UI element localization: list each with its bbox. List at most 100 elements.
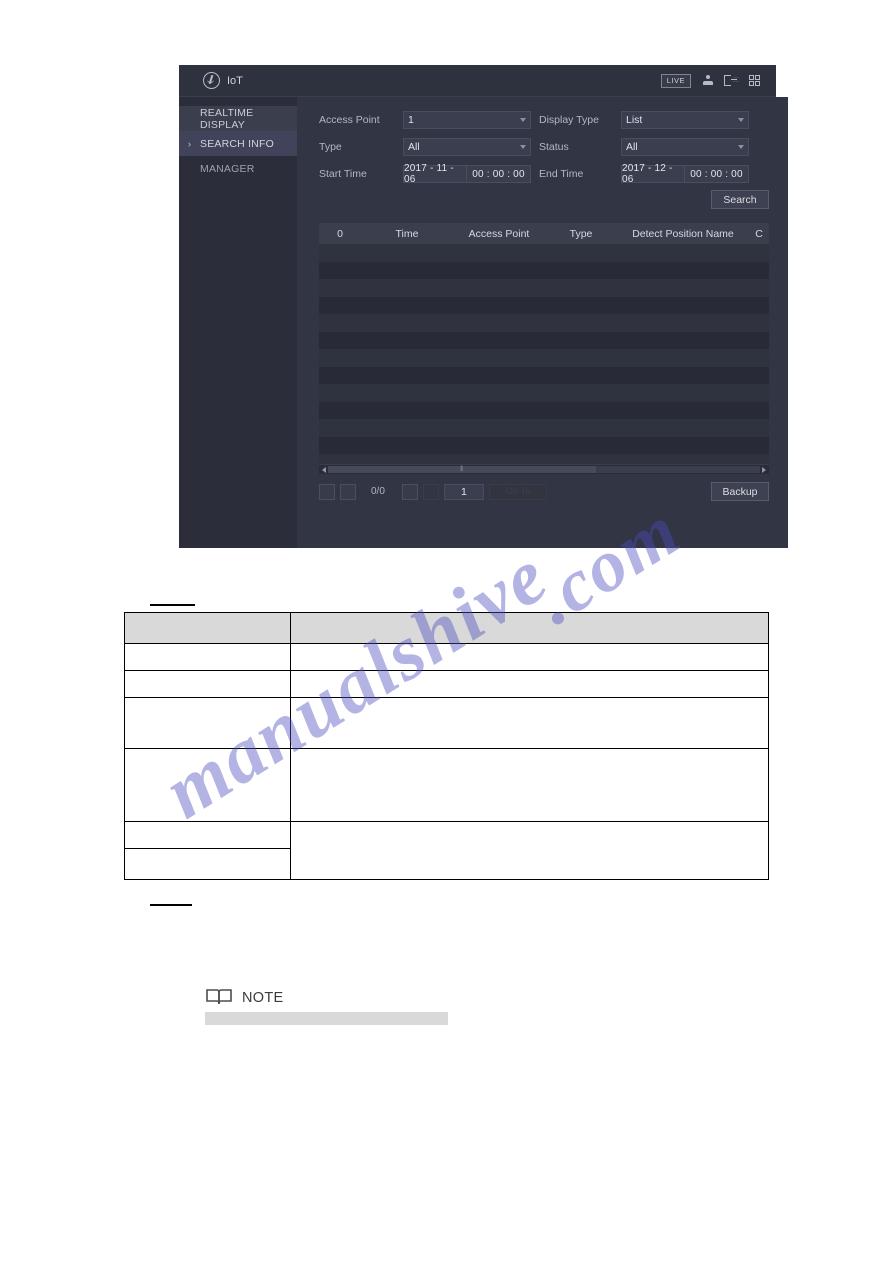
access-point-select[interactable]: 1 <box>403 111 531 129</box>
form-row-access-point: Access Point 1 Display Type List <box>319 109 769 131</box>
table-row[interactable] <box>319 384 769 402</box>
column-header-access-point[interactable]: Access Point <box>453 228 545 240</box>
access-point-value: 1 <box>408 114 414 126</box>
table-row[interactable] <box>319 366 769 384</box>
horizontal-scrollbar[interactable]: ‖ <box>319 464 769 474</box>
caption-rule-bottom <box>150 904 192 906</box>
grid-cell <box>749 75 754 80</box>
search-button[interactable]: Search <box>711 190 769 209</box>
table-row <box>124 643 769 671</box>
scroll-left-icon[interactable] <box>322 467 326 473</box>
table-row[interactable] <box>319 314 769 332</box>
search-form: Access Point 1 Display Type List Type Al… <box>297 97 788 185</box>
cell-description <box>290 697 769 749</box>
chevron-down-icon <box>520 145 526 149</box>
table-row[interactable] <box>319 331 769 349</box>
end-date-input[interactable]: 2017 - 12 - 06 <box>621 163 684 185</box>
note-label: NOTE <box>242 989 284 1006</box>
end-time-field[interactable]: 2017 - 12 - 06 00 : 00 : 00 <box>621 163 749 185</box>
column-header-c[interactable]: C <box>749 228 769 240</box>
cell-description <box>290 821 769 880</box>
prev-page-button[interactable] <box>340 483 356 500</box>
sidebar-item-realtime-display[interactable]: REALTIME DISPLAY <box>179 106 297 131</box>
last-page-button[interactable] <box>422 483 439 500</box>
start-time-label: Start Time <box>319 168 367 180</box>
scrollbar-track[interactable]: ‖ <box>328 466 760 473</box>
table-row <box>124 821 769 880</box>
table-body <box>319 244 769 472</box>
status-label: Status <box>539 141 569 153</box>
table-row <box>124 697 769 749</box>
cell-description <box>290 643 769 671</box>
sidebar-item-search-info[interactable]: › SEARCH INFO <box>179 131 297 156</box>
sidebar-item-label: SEARCH INFO <box>200 137 274 150</box>
table-row[interactable] <box>319 419 769 437</box>
first-page-button[interactable] <box>319 483 335 500</box>
titlebar-actions: LIVE <box>660 65 760 96</box>
access-point-label: Access Point <box>319 114 380 126</box>
user-icon[interactable] <box>702 75 713 86</box>
start-time-field[interactable]: 2017 - 11 - 06 00 : 00 : 00 <box>403 163 531 185</box>
scrollbar-thumb[interactable]: ‖ <box>328 466 596 473</box>
window-titlebar: IoT LIVE <box>179 65 776 97</box>
header-cell-description <box>290 612 769 644</box>
header-cell-parameter <box>124 612 291 644</box>
next-page-button[interactable] <box>401 483 418 500</box>
open-book-icon <box>205 988 233 1007</box>
pagination-bar: 0/0 1 Go To Backup <box>319 482 769 501</box>
end-time-label: End Time <box>539 168 584 180</box>
table-row[interactable] <box>319 261 769 279</box>
start-date-input[interactable]: 2017 - 11 - 06 <box>403 163 466 185</box>
type-select[interactable]: All <box>403 138 531 156</box>
table-row[interactable] <box>319 244 769 262</box>
chevron-down-icon <box>520 118 526 122</box>
page-number-input[interactable]: 1 <box>443 483 484 500</box>
table-row[interactable] <box>319 401 769 419</box>
display-type-value: List <box>626 114 643 126</box>
table-row[interactable] <box>319 436 769 454</box>
column-header-detect-position-name[interactable]: Detect Position Name <box>617 228 749 240</box>
live-button[interactable]: LIVE <box>660 73 691 88</box>
scroll-right-icon[interactable] <box>762 467 766 473</box>
page-count-label: 0/0 <box>371 486 385 497</box>
form-row-time: Start Time 2017 - 11 - 06 00 : 00 : 00 E… <box>319 163 769 185</box>
titlebar-brand: IoT <box>179 72 243 89</box>
sidebar-item-label: REALTIME DISPLAY <box>200 106 254 131</box>
sidebar-item-label: MANAGER <box>200 162 255 175</box>
grid-cell <box>755 75 760 80</box>
display-type-select[interactable]: List <box>621 111 749 129</box>
grid-apps-icon[interactable] <box>749 75 760 86</box>
sidebar-item-manager[interactable]: MANAGER <box>179 156 297 181</box>
window-title: IoT <box>227 74 243 87</box>
main-content: Access Point 1 Display Type List Type Al… <box>297 97 788 548</box>
table-row <box>124 670 769 698</box>
status-select[interactable]: All <box>621 138 749 156</box>
table-row[interactable] <box>319 296 769 314</box>
table-row[interactable] <box>319 349 769 367</box>
cell-parameter <box>124 643 291 671</box>
chevron-down-icon <box>738 145 744 149</box>
start-clock-input[interactable]: 00 : 00 : 00 <box>466 165 531 183</box>
column-header-type[interactable]: Type <box>545 228 617 240</box>
backup-button[interactable]: Backup <box>711 482 769 501</box>
type-label: Type <box>319 141 342 153</box>
type-value: All <box>408 141 420 153</box>
cell-parameter <box>124 821 291 849</box>
search-button-row: Search <box>297 190 788 209</box>
logout-icon[interactable] <box>724 75 738 86</box>
note-body-placeholder <box>205 1012 448 1025</box>
column-header-index[interactable]: 0 <box>319 228 361 240</box>
column-header-time[interactable]: Time <box>361 228 453 240</box>
end-clock-input[interactable]: 00 : 00 : 00 <box>684 165 749 183</box>
go-to-page-button[interactable]: Go To <box>488 483 547 500</box>
grid-cell <box>755 81 760 86</box>
cell-parameter <box>124 670 291 698</box>
table-header-row: 0 Time Access Point Type Detect Position… <box>319 223 769 244</box>
cell-parameter <box>124 697 291 749</box>
table-row[interactable] <box>319 279 769 297</box>
status-value: All <box>626 141 638 153</box>
window-body: REALTIME DISPLAY › SEARCH INFO MANAGER A… <box>179 97 788 548</box>
note-callout: NOTE <box>205 988 448 1025</box>
sidebar: REALTIME DISPLAY › SEARCH INFO MANAGER <box>179 97 297 548</box>
cell-parameter <box>124 748 291 822</box>
